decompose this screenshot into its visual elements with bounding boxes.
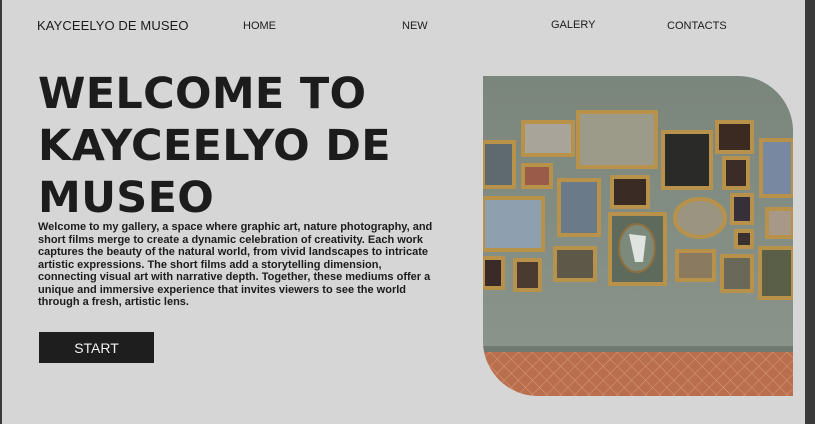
hero-description: Welcome to my gallery, a space where gra…: [38, 221, 433, 308]
nav-home-link[interactable]: HOME: [243, 20, 276, 32]
nav-new-link[interactable]: NEW: [402, 20, 428, 32]
landing-page: KAYCEELYO DE MUSEO HOME NEW GALERY CONTA…: [2, 0, 805, 424]
window-edge-right: [805, 0, 815, 424]
gallery-wall-image: [483, 76, 793, 396]
hero-title-line: KAYCEELYO DE: [38, 121, 391, 171]
hero-title-line: WELCOME TO: [38, 69, 367, 119]
nav-gallery-link[interactable]: GALERY: [551, 19, 595, 31]
brand-logo[interactable]: KAYCEELYO DE MUSEO: [37, 18, 189, 33]
gallery-wall-photo: [483, 76, 793, 396]
hero-title: WELCOME TO KAYCEELYO DE MUSEO: [38, 68, 478, 224]
hero-title-line: MUSEO: [38, 173, 215, 223]
start-button[interactable]: START: [39, 332, 154, 363]
nav-contacts-link[interactable]: CONTACTS: [667, 20, 727, 32]
